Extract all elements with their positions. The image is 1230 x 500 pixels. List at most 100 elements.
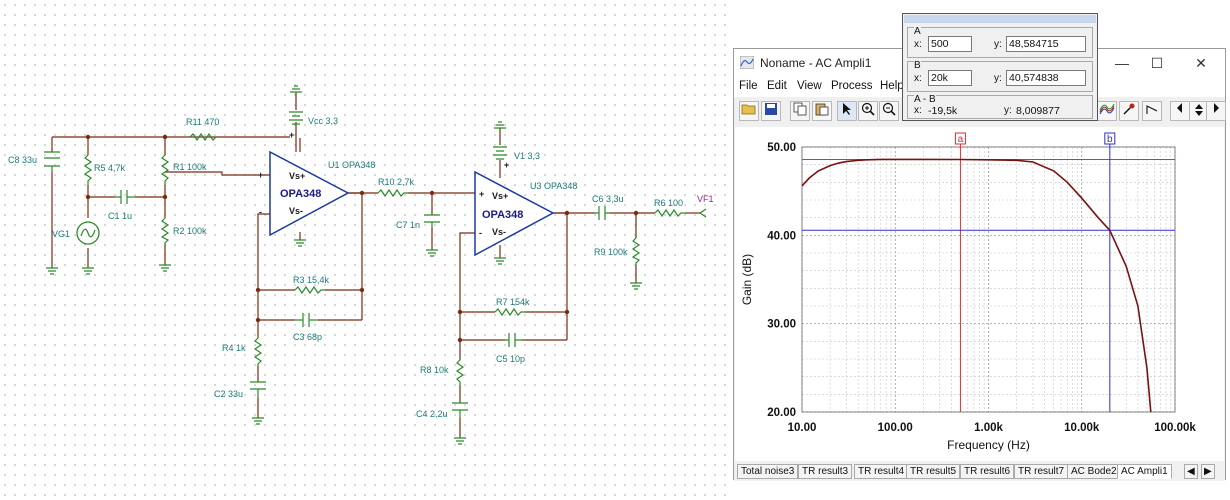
ground-icon <box>630 282 642 290</box>
label-c4: C4 2,2u <box>416 409 448 419</box>
y-tick-label: 40.00 <box>767 230 796 242</box>
label-r1: R1 100k <box>173 162 207 172</box>
probe-icon[interactable] <box>1119 101 1139 121</box>
tab-total-noise3[interactable]: Total noise3 <box>737 464 799 479</box>
scroll-left-icon[interactable] <box>1170 101 1190 121</box>
cursor-a-y-label: y: <box>994 39 1002 50</box>
minimize-button[interactable]: — <box>1107 53 1137 73</box>
ground-icon <box>82 267 94 275</box>
schematic-canvas[interactable]: C8 33u R5 4,7k R11 470 Vcc 3,3 R1 100k C… <box>0 0 730 500</box>
y-tick-label: 20.00 <box>767 407 796 419</box>
label-r5: R5 4,7k <box>94 163 126 173</box>
cursor-b-group: B x: 20k y: 40,574838 <box>907 60 1093 92</box>
tab-tr-result7[interactable]: TR result7 <box>1014 464 1069 479</box>
marker-icon[interactable] <box>1142 101 1162 121</box>
wires-stage2 <box>431 128 700 438</box>
tab-tr-result5[interactable]: TR result5 <box>906 464 961 479</box>
x-tick-label: 1.00k <box>974 422 1003 434</box>
zoom-out-icon[interactable] <box>879 101 899 121</box>
cursor-b-y-field[interactable]: 40,574838 <box>1006 70 1086 86</box>
u1-vs-minus: Vs- <box>289 206 303 216</box>
c3-capacitor <box>295 313 318 327</box>
open-folder-icon[interactable] <box>739 101 759 121</box>
label-r6: R6 100 <box>654 198 683 208</box>
menu-help[interactable]: Help <box>880 80 904 92</box>
c8-capacitor <box>44 151 60 172</box>
cursor-a-y-field[interactable]: 48,584715 <box>1006 36 1086 52</box>
cursor-a-marker-label: a <box>958 134 964 145</box>
r7-resistor <box>494 307 525 317</box>
label-vcc: Vcc 3,3 <box>308 116 338 126</box>
label-c2: C2 33u <box>214 389 243 399</box>
tab-ac-ampli1[interactable]: AC Ampli1 <box>1117 464 1172 479</box>
cursor-b-y-label: y: <box>994 73 1002 84</box>
cursor-diff-y-value: 8,009877 <box>1016 105 1060 117</box>
menu-file[interactable]: File <box>739 80 758 92</box>
component-labels: C8 33u R5 4,7k R11 470 Vcc 3,3 R1 100k C… <box>8 116 714 419</box>
cursor-a-x-field[interactable]: 500 <box>928 36 972 52</box>
bode-plot-area[interactable]: 10.00 100.00 1.00k 10.00k 100.00k 20.00 30.00 4… <box>735 127 1224 461</box>
cursor-b-marker-label: b <box>1107 134 1113 145</box>
zoom-in-icon[interactable] <box>858 101 878 121</box>
cursor-a-label: A <box>914 26 921 37</box>
scroll-right-icon[interactable] <box>1206 101 1226 121</box>
gain-curve <box>801 158 1152 413</box>
label-r9: R9 100k <box>594 247 628 257</box>
u3-minus: - <box>479 228 482 238</box>
r8-resistor <box>455 359 465 385</box>
vf1-probe-icon <box>699 208 707 218</box>
paste-icon[interactable] <box>812 101 832 121</box>
maximize-button[interactable]: ☐ <box>1142 53 1172 73</box>
v1-battery <box>493 146 507 160</box>
close-button[interactable]: ✕ <box>1186 53 1216 73</box>
u3-plus: + <box>479 189 484 199</box>
menu-edit[interactable]: Edit <box>767 80 787 92</box>
tab-tr-result6[interactable]: TR result6 <box>960 464 1015 479</box>
tab-tr-result3[interactable]: TR result3 <box>798 464 853 479</box>
label-u3: U3 OPA348 <box>530 181 577 191</box>
u1-vs-plus: Vs+ <box>289 171 305 181</box>
ground-icon <box>46 267 58 275</box>
cursor-b-label: B <box>914 60 921 71</box>
tab-tr-result4[interactable]: TR result4 <box>854 464 909 479</box>
gain-chart[interactable]: 10.00 100.00 1.00k 10.00k 100.00k 20.00 30.00 4… <box>735 127 1224 461</box>
tab-scroll-right-icon[interactable]: ▶ <box>1201 464 1215 479</box>
c5-capacitor <box>505 333 522 347</box>
menu-process[interactable]: Process <box>831 80 873 92</box>
ground-symbols <box>46 85 642 445</box>
ground-icon <box>290 85 302 93</box>
r3-resistor <box>294 285 325 295</box>
c2-capacitor <box>250 381 266 398</box>
cursor-b-x-field[interactable]: 20k <box>928 70 972 86</box>
vg1-source-icon <box>76 221 100 245</box>
v1-plus: + <box>504 160 509 170</box>
label-vf1: VF1 <box>697 194 714 204</box>
save-icon[interactable] <box>761 101 781 121</box>
r5-resistor <box>83 154 93 185</box>
u3-vs-minus: Vs- <box>492 227 506 237</box>
cursor-a-x-label: x: <box>914 39 922 50</box>
label-c1: C1 1u <box>108 211 132 221</box>
label-c7: C7 1n <box>396 220 420 230</box>
copy-icon[interactable] <box>790 101 810 121</box>
label-c6: C6 3,3u <box>592 194 624 204</box>
label-v1: V1 3,3 <box>514 151 540 161</box>
curves-icon[interactable] <box>1097 101 1117 121</box>
tab-ac-bode2[interactable]: AC Bode2 <box>1067 464 1121 479</box>
tab-scroll-left-icon[interactable]: ◀ <box>1184 464 1198 479</box>
panel-header[interactable] <box>904 15 1096 23</box>
cursor-b-x-label: x: <box>914 73 922 84</box>
label-c3: C3 68p <box>293 332 322 342</box>
ground-icon <box>494 257 506 265</box>
c4-capacitor <box>452 402 468 418</box>
u1-plus: + <box>258 170 263 180</box>
menu-view[interactable]: View <box>797 80 822 92</box>
y-tick-label: 30.00 <box>767 319 796 331</box>
cursor-readout-panel[interactable]: A x: 500 y: 48,584715 B x: 20k y: 40,574… <box>902 13 1098 121</box>
app-icon <box>740 56 754 69</box>
y-tick-label: 50.00 <box>767 142 796 154</box>
label-c8: C8 33u <box>8 155 37 165</box>
label-vg1: VG1 <box>52 229 70 239</box>
pointer-icon[interactable] <box>837 101 857 121</box>
schematic-svg: C8 33u R5 4,7k R11 470 Vcc 3,3 R1 100k C… <box>8 85 714 445</box>
